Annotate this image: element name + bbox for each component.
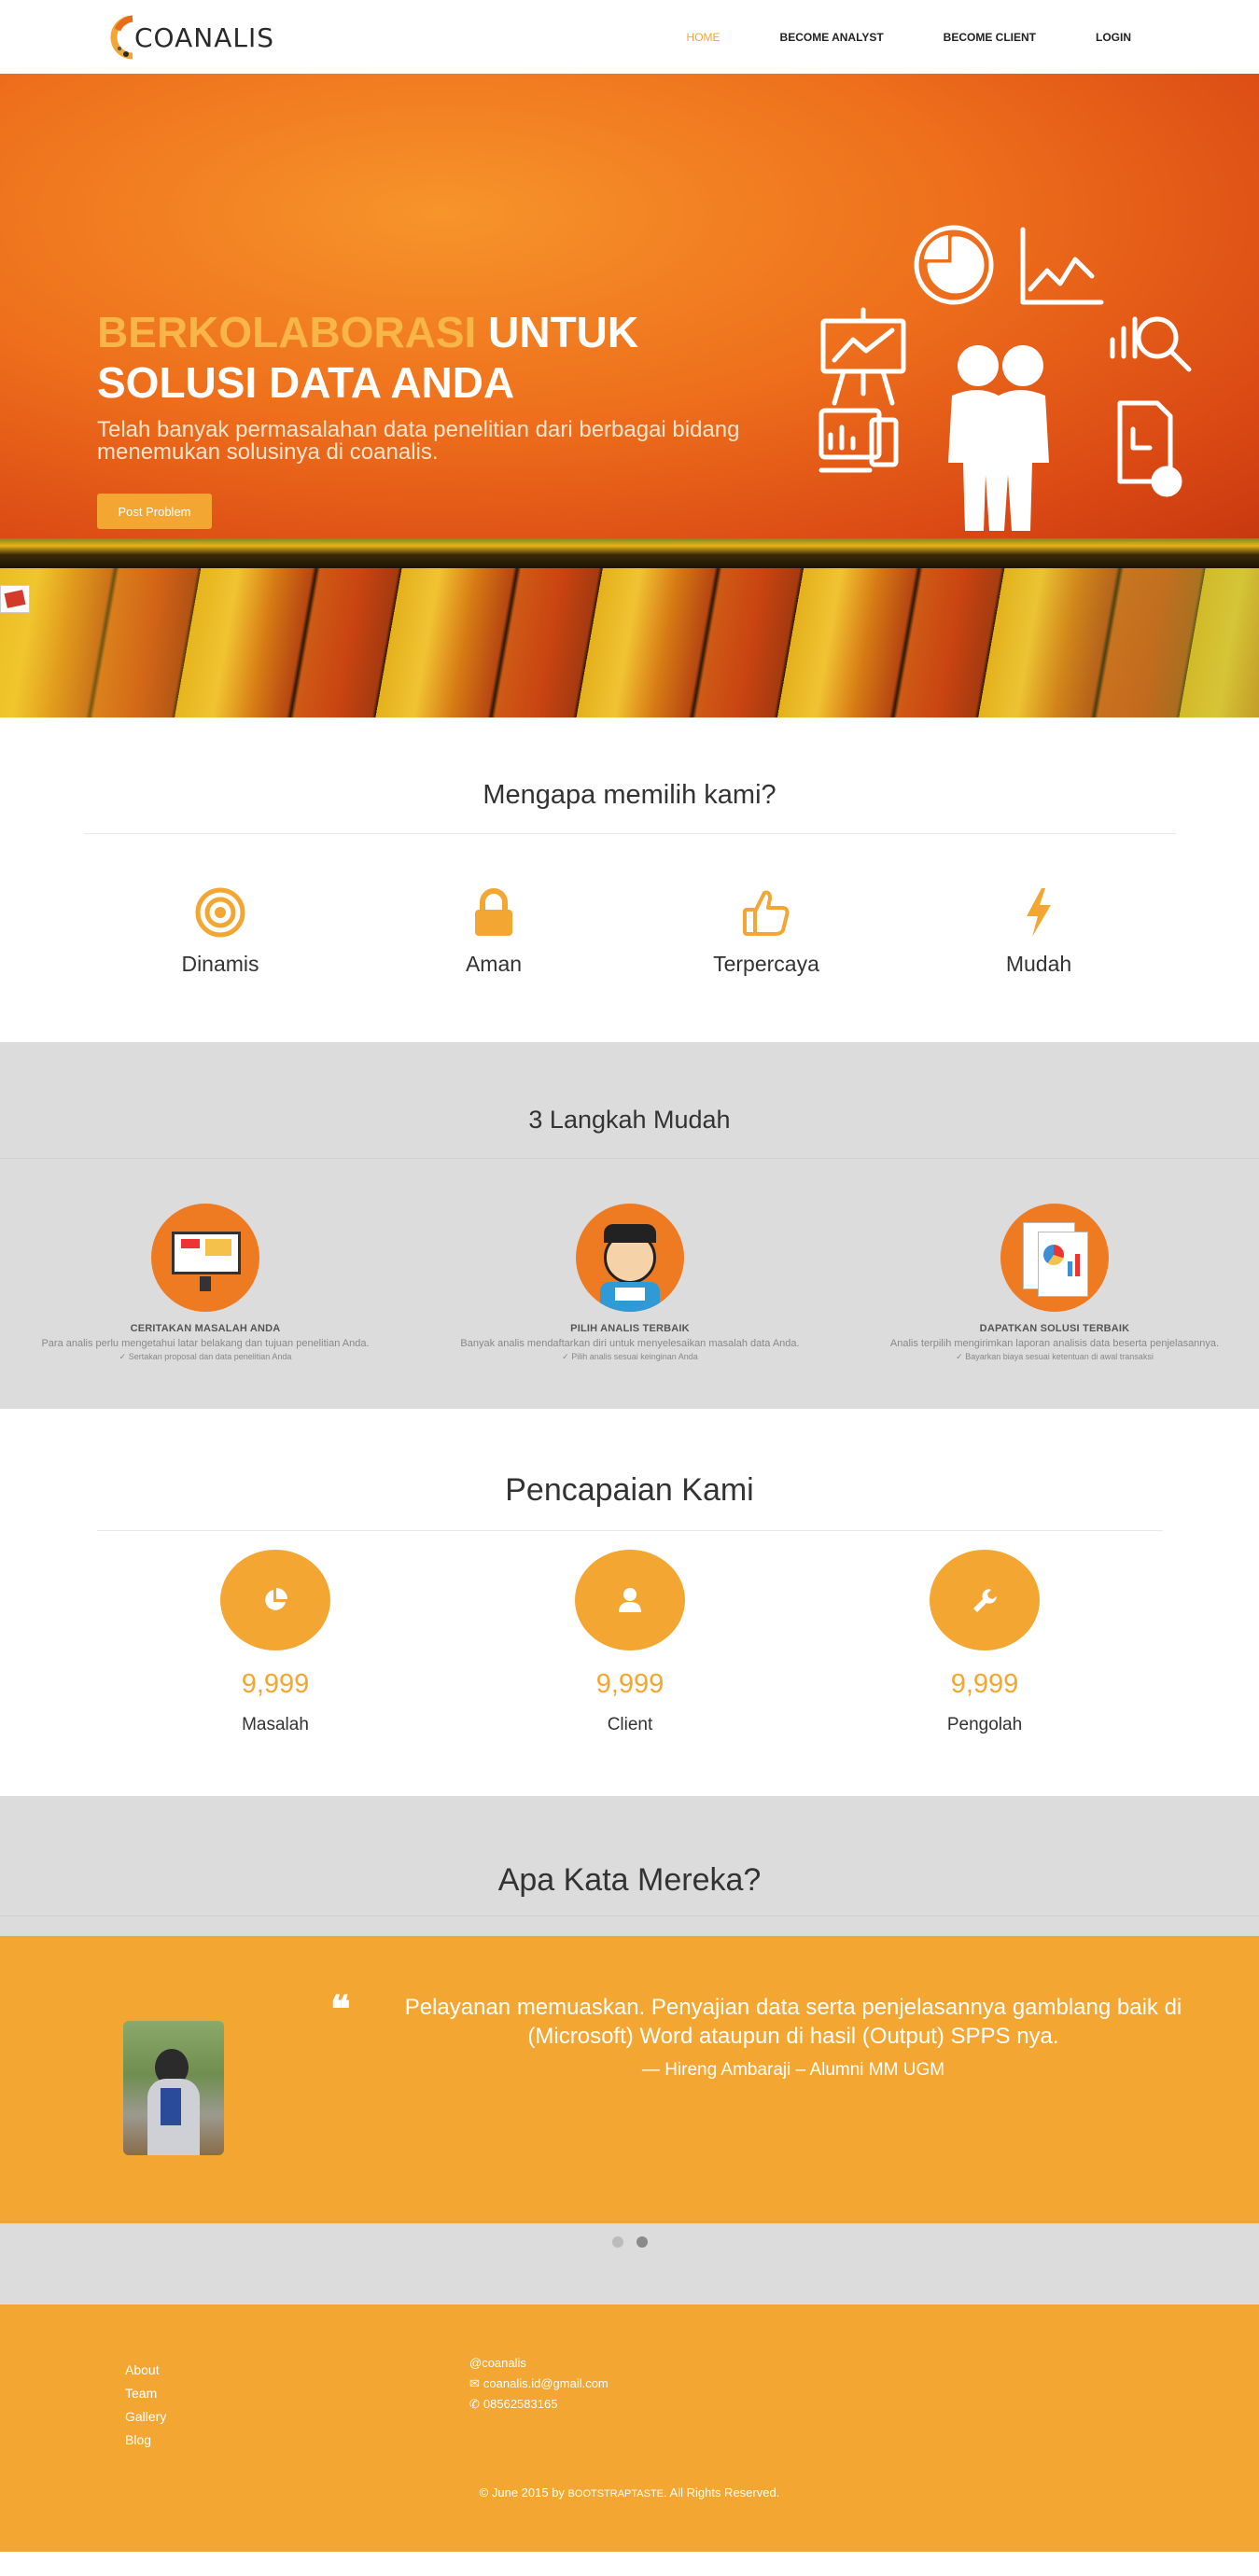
quote-line-1: Pelayanan memuaskan. Penyajian data sert… bbox=[404, 1995, 1182, 2020]
hero-subtitle: Telah banyak permasalahan data penelitia… bbox=[97, 417, 740, 465]
target-icon bbox=[195, 887, 245, 938]
steps-title: 3 Langkah Mudah bbox=[528, 1106, 731, 1134]
navbar: COANALIS HOME BECOME ANALYST BECOME CLIE… bbox=[0, 0, 1259, 74]
carousel-dot-2[interactable] bbox=[636, 2236, 648, 2248]
presentation-board-icon bbox=[820, 307, 906, 406]
testimonial-quote: Pelayanan memuaskan. Penyajian data sert… bbox=[392, 1993, 1195, 2051]
line-chart-icon bbox=[1020, 227, 1104, 305]
stat-client: 9,999 Client bbox=[518, 1550, 742, 1735]
envelope-icon: ✉ bbox=[469, 2376, 480, 2390]
hero-title-rest: UNTUK bbox=[476, 308, 639, 356]
hero-title-highlight: BERKOLABORASI bbox=[97, 308, 477, 356]
stat-label: Masalah bbox=[242, 1715, 309, 1734]
social-handle[interactable]: @coanalis bbox=[469, 2353, 526, 2374]
nav-become-client[interactable]: BECOME CLIENT bbox=[944, 31, 1036, 44]
people-icon bbox=[948, 345, 1049, 531]
copyright-brand-link[interactable]: BOOTSTRAPTASTE bbox=[568, 2488, 664, 2499]
stat-label: Client bbox=[607, 1715, 653, 1734]
hero-title-line-2: SOLUSI DATA ANDA bbox=[97, 358, 515, 407]
user-icon bbox=[619, 1588, 641, 1612]
post-problem-button[interactable]: Post Problem bbox=[97, 494, 212, 529]
lock-icon bbox=[475, 888, 512, 936]
hero-analytics-illustration bbox=[818, 225, 1192, 531]
footer-link-gallery[interactable]: Gallery bbox=[125, 2405, 166, 2429]
hero-title: BERKOLABORASI UNTUK SOLUSI DATA ANDA bbox=[97, 307, 638, 408]
brand-name: COANALIS bbox=[134, 21, 274, 53]
step-note: ✓ Bayarkan biaya sesuai ketentuan di awa… bbox=[956, 1352, 1154, 1361]
logo[interactable]: COANALIS bbox=[110, 11, 274, 63]
testimonials-title: Apa Kata Mereka? bbox=[497, 1862, 762, 1898]
step-1-illustration bbox=[151, 1204, 259, 1312]
stat-value: 9,999 bbox=[595, 1669, 664, 1699]
step-3: DAPATKAN SOLUSI TERBAIK Analis terpilih … bbox=[849, 1204, 1259, 1362]
pie-chart-icon bbox=[914, 225, 994, 305]
stat-value: 9,999 bbox=[950, 1669, 1019, 1699]
why-divider bbox=[84, 833, 1176, 834]
wrench-icon bbox=[973, 1589, 997, 1612]
testimonial-avatar bbox=[123, 2021, 224, 2155]
feature-mudah: Mudah bbox=[945, 884, 1132, 977]
step-description: Analis terpilih mengirimkan laporan anal… bbox=[889, 1338, 1220, 1349]
testimonials-divider bbox=[0, 1915, 1259, 1916]
footer-link-team[interactable]: Team bbox=[125, 2382, 166, 2405]
stat-label: Pengolah bbox=[946, 1715, 1023, 1734]
feature-label: Terpercaya bbox=[713, 952, 819, 976]
step-title: DAPATKAN SOLUSI TERBAIK bbox=[979, 1323, 1130, 1334]
footer-links: About Team Gallery Blog bbox=[125, 2359, 166, 2452]
step-2: PILIH ANALIS TERBAIK Banyak analis menda… bbox=[425, 1204, 835, 1362]
thumbs-up-icon bbox=[743, 890, 790, 936]
stat-masalah: 9,999 Masalah bbox=[163, 1550, 387, 1735]
feature-label: Dinamis bbox=[181, 952, 259, 976]
stat-pengolah: 9,999 Pengolah bbox=[873, 1550, 1097, 1735]
hero-banner: BERKOLABORASI UNTUK SOLUSI DATA ANDA Tel… bbox=[0, 74, 1259, 717]
hero-shelf-band bbox=[0, 538, 1259, 568]
document-check-icon bbox=[1117, 400, 1182, 497]
search-bars-icon bbox=[1110, 316, 1192, 372]
nav-become-analyst[interactable]: BECOME ANALYST bbox=[780, 31, 884, 44]
achievements-divider bbox=[97, 1530, 1163, 1531]
footer bbox=[0, 2304, 1259, 2552]
nav-login[interactable]: LOGIN bbox=[1096, 31, 1131, 44]
why-title: Mengapa memilih kami? bbox=[483, 780, 776, 810]
footer-link-blog[interactable]: Blog bbox=[125, 2429, 166, 2452]
footer-phone: 08562583165 bbox=[483, 2397, 558, 2411]
lightning-icon bbox=[1027, 888, 1051, 937]
carousel-dot-1[interactable] bbox=[612, 2236, 623, 2248]
copyright: © June 2015 by BOOTSTRAPTASTE. All Right… bbox=[0, 2485, 1259, 2499]
steps-section: 3 Langkah Mudah CERITAKAN MASALAH ANDA P… bbox=[0, 1042, 1259, 1409]
step-3-illustration bbox=[1000, 1204, 1109, 1312]
footer-email[interactable]: coanalis.id@gmail.com bbox=[483, 2374, 609, 2394]
quote-line-2: (Microsoft) Word ataupun di hasil (Outpu… bbox=[527, 2024, 1059, 2049]
devices-icon bbox=[818, 408, 899, 473]
pie-chart-icon bbox=[265, 1588, 287, 1610]
feature-label: Aman bbox=[465, 952, 523, 976]
achievements-title: Pencapaian Kami bbox=[505, 1472, 754, 1508]
step-note: ✓ Sertakan proposal dan data penelitian … bbox=[119, 1352, 292, 1361]
nav-home[interactable]: HOME bbox=[687, 31, 720, 44]
logo-icon bbox=[110, 11, 142, 63]
step-description: Para analis perlu mengetahui latar belak… bbox=[41, 1338, 370, 1349]
quote-icon: ❝ bbox=[330, 1987, 351, 2031]
step-title: CERITAKAN MASALAH ANDA bbox=[130, 1323, 281, 1334]
footer-contact: @coanalis ✉ coanalis.id@gmail.com ✆ 085625… bbox=[469, 2353, 609, 2415]
phone-icon: ✆ bbox=[469, 2397, 480, 2411]
feature-dinamis: Dinamis bbox=[127, 884, 314, 977]
feature-aman: Aman bbox=[400, 884, 587, 977]
step-note: ✓ Pilih analis sesuai keinginan Anda bbox=[562, 1352, 698, 1361]
hero-wood-floor bbox=[0, 568, 1259, 717]
stat-value: 9,999 bbox=[241, 1669, 310, 1699]
testimonial-author: — Hireng Ambaraji – Alumni MM UGM bbox=[641, 2060, 945, 2080]
copyright-suffix: . All Rights Reserved. bbox=[664, 2485, 780, 2499]
footer-link-about[interactable]: About bbox=[125, 2359, 166, 2382]
copyright-prefix: © June 2015 by bbox=[479, 2485, 568, 2499]
main-nav: HOME BECOME ANALYST BECOME CLIENT LOGIN bbox=[687, 0, 1259, 74]
feature-terpercaya: Terpercaya bbox=[673, 884, 860, 977]
step-1: CERITAKAN MASALAH ANDA Para analis perlu… bbox=[0, 1204, 411, 1362]
feature-label: Mudah bbox=[1005, 952, 1072, 976]
step-title: PILIH ANALIS TERBAIK bbox=[570, 1323, 690, 1334]
step-description: Banyak analis mendaftarkan diri untuk me… bbox=[460, 1338, 800, 1349]
steps-divider bbox=[0, 1158, 1259, 1159]
step-2-illustration bbox=[576, 1204, 684, 1312]
side-feedback-tab[interactable] bbox=[0, 585, 30, 613]
